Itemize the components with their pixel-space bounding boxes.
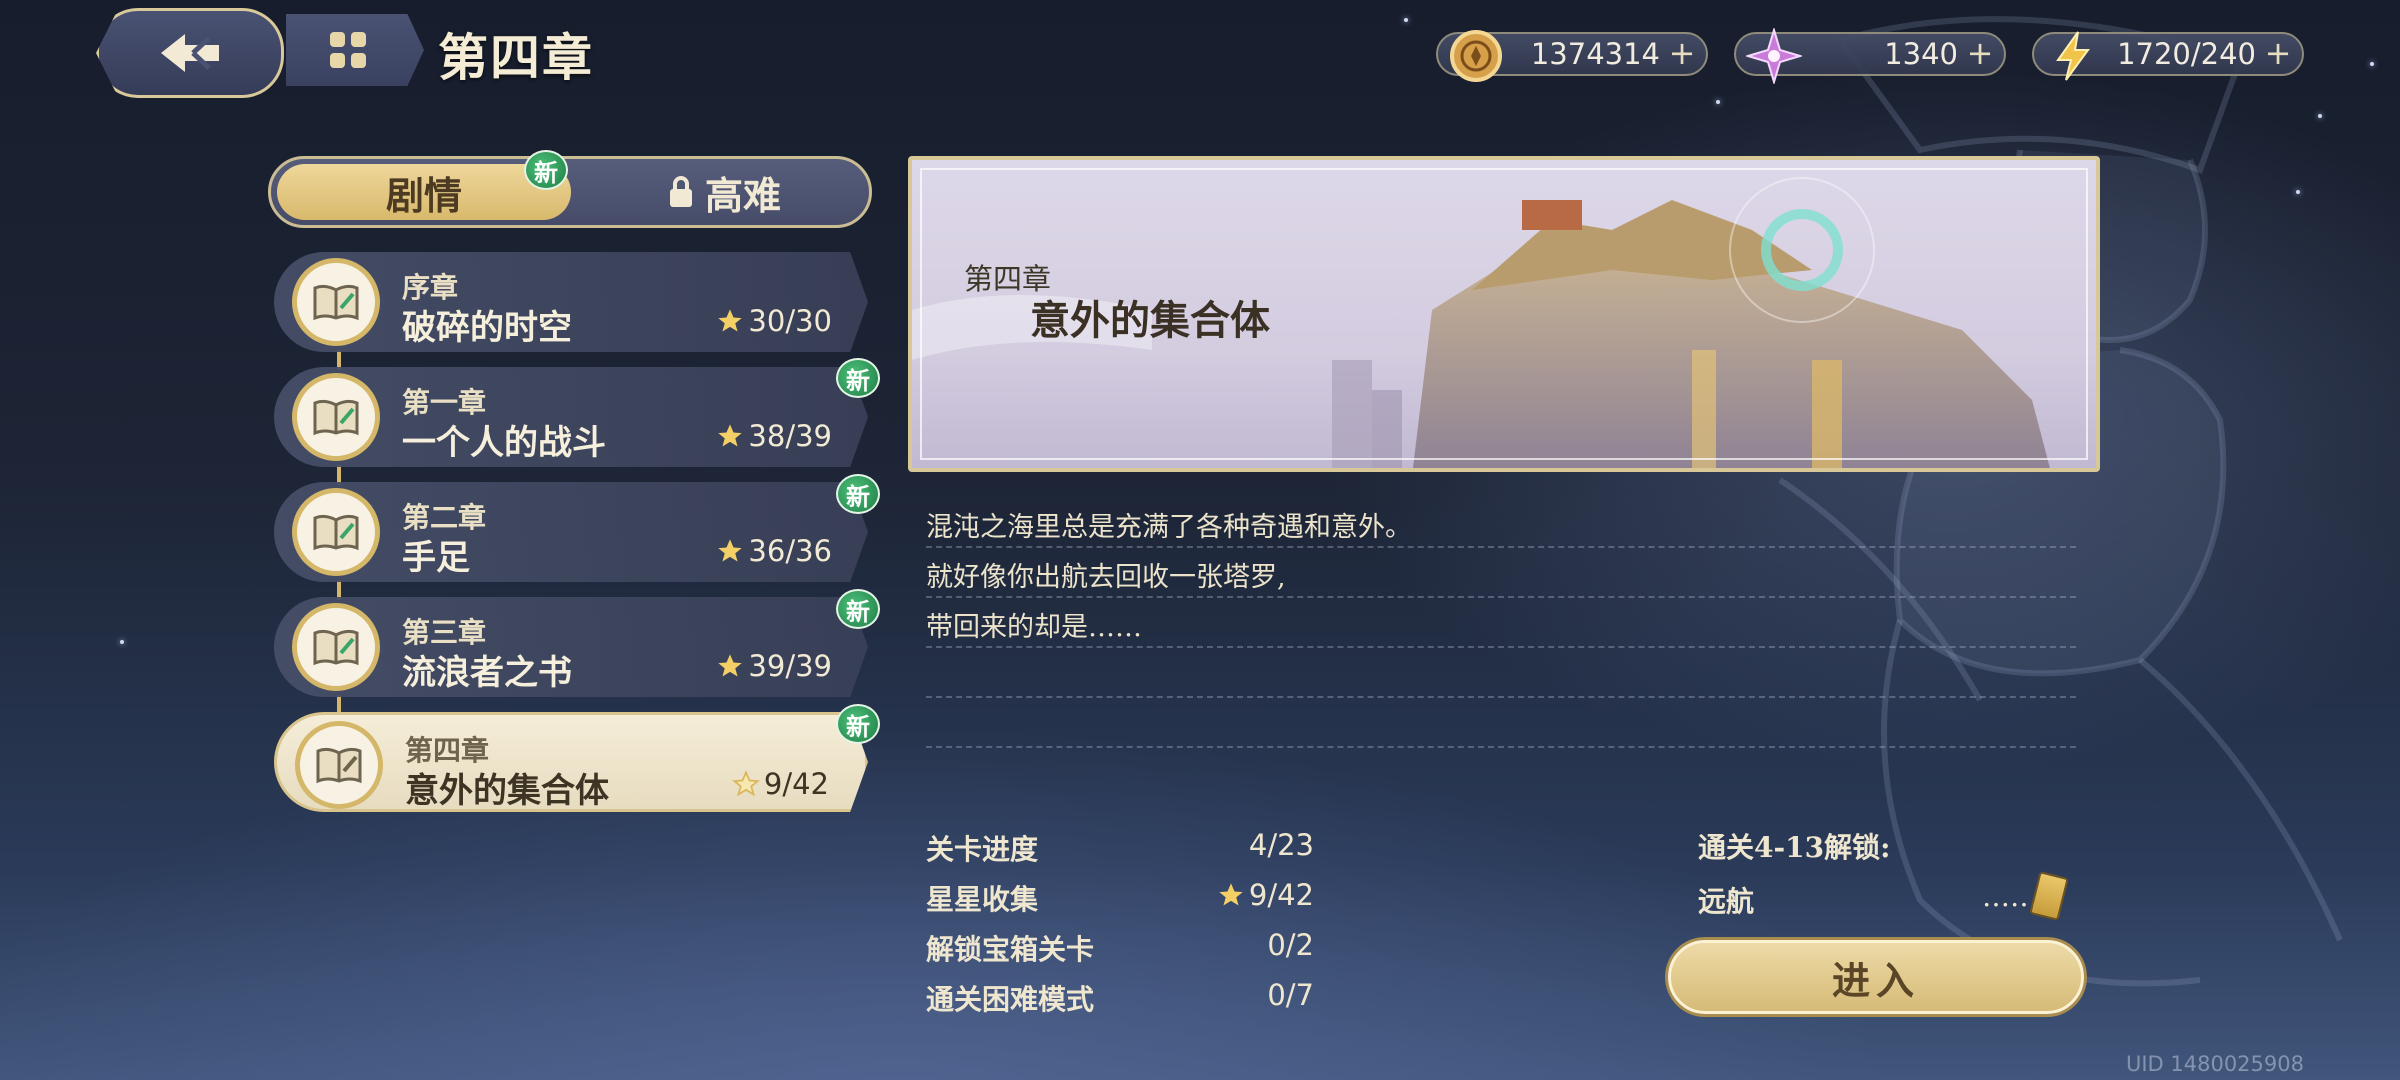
coin-amount: 1374314: [1530, 37, 1660, 71]
star-icon: [718, 309, 743, 332]
background-star: [1716, 100, 1720, 104]
chapter-item-4[interactable]: 第四章 意外的集合体 9/42: [274, 712, 868, 812]
background-star: [2296, 190, 2300, 194]
stat-value-text: 9/42: [1248, 878, 1314, 912]
chapter-stars-count: 39/39: [748, 649, 832, 683]
description-line: 混沌之海里总是充满了各种奇遇和意外。: [926, 512, 1412, 543]
mode-tabs: 剧情 高难: [268, 156, 872, 228]
star-icon: [718, 539, 743, 562]
chapter-item-3[interactable]: 第三章 流浪者之书 39/39: [274, 597, 868, 697]
book-icon: [292, 488, 380, 576]
chapter-stars: 39/39: [716, 649, 832, 683]
energy-icon: [2056, 31, 2090, 81]
stat-value-progress: 4/23: [1249, 828, 1314, 862]
tarot-card-icon[interactable]: [2029, 871, 2069, 921]
add-coin-button[interactable]: +: [1668, 37, 1696, 69]
star-icon: [1219, 883, 1243, 906]
back-arrow-icon: [161, 34, 219, 72]
unlock-reward-name: 远航: [1698, 885, 1755, 918]
chapter-banner: 第四章 意外的集合体: [908, 156, 2100, 472]
chapter-stars: 38/39: [716, 419, 832, 453]
chapter-item-prologue[interactable]: 序章 破碎的时空 30/30: [274, 252, 868, 352]
back-button[interactable]: [96, 8, 284, 98]
book-icon: [295, 721, 383, 809]
chapter-name: 一个人的战斗: [402, 423, 606, 463]
chapter-name: 破碎的时空: [402, 308, 572, 348]
currency-coin: 1374314 +: [1436, 30, 1708, 82]
grid-icon: [330, 32, 366, 68]
chapter-item-1[interactable]: 第一章 一个人的战斗 38/39: [274, 367, 868, 467]
energy-amount: 1720/240: [2117, 37, 2256, 71]
currency-energy: 1720/240 +: [2032, 31, 2304, 81]
star-icon: [718, 424, 743, 447]
description-divider: [926, 696, 2076, 748]
new-badge: 新: [836, 474, 880, 514]
chapter-stars: 36/36: [716, 534, 832, 568]
book-icon: [292, 373, 380, 461]
chapter-stars-count: 9/42: [763, 767, 829, 801]
new-badge: 新: [836, 704, 880, 744]
user-id: UID 1480025908: [2125, 1052, 2304, 1076]
chapter-name: 手足: [402, 538, 470, 578]
lock-icon: [669, 176, 692, 207]
stat-value-text: 0/2: [1267, 928, 1314, 962]
add-crystal-button[interactable]: +: [1966, 37, 1994, 69]
unlock-requirement: 通关4-13解锁:: [1698, 831, 1891, 864]
description-line: 带回来的却是……: [926, 612, 1142, 643]
chapter-item-2[interactable]: 第二章 手足 36/36: [274, 482, 868, 582]
description-line: 就好像你出航去回收一张塔罗,: [926, 562, 1286, 593]
tab-story-label: 剧情: [385, 172, 462, 218]
crystal-icon: [1746, 28, 1802, 84]
add-energy-button[interactable]: +: [2264, 37, 2292, 69]
description-divider: [926, 646, 2076, 698]
stat-value-text: 0/7: [1267, 978, 1314, 1012]
chapter-stars: 30/30: [716, 304, 832, 338]
coin-icon: [1450, 30, 1502, 82]
chapter-name: 流浪者之书: [402, 653, 572, 693]
star-outline-icon: [731, 770, 760, 797]
new-badge: 新: [836, 358, 880, 398]
stat-value-hard-mode: 0/7: [1267, 978, 1314, 1012]
book-icon: [292, 603, 380, 691]
stat-value-text: 4/23: [1248, 828, 1314, 862]
chapter-stars-count: 30/30: [748, 304, 832, 338]
stat-label-hard-mode: 通关困难模式: [926, 983, 1095, 1016]
chapter-stars: 9/42: [731, 767, 829, 801]
new-badge: 新: [836, 589, 880, 629]
stat-label-stars: 星星收集: [926, 883, 1039, 916]
chapter-name: 意外的集合体: [405, 771, 609, 811]
stat-value-stars: 9/42: [1217, 878, 1314, 912]
stat-label-progress: 关卡进度: [926, 833, 1039, 866]
chapter-map-button[interactable]: [286, 14, 424, 86]
book-icon: [292, 258, 380, 346]
background-star: [1404, 18, 1408, 22]
banner-chapter-title: 意外的集合体: [1030, 297, 1270, 344]
stat-value-chests: 0/2: [1267, 928, 1314, 962]
star-icon: [718, 654, 743, 677]
stat-label-chests: 解锁宝箱关卡: [926, 933, 1095, 966]
background-star: [2370, 62, 2374, 66]
currency-crystal: 1340 +: [1734, 28, 2006, 84]
tab-hard-label: 高难: [704, 172, 781, 218]
chapter-stars-count: 36/36: [748, 534, 832, 568]
new-badge: 新: [524, 150, 568, 190]
background-star: [2318, 114, 2322, 118]
crystal-amount: 1340: [1884, 37, 1958, 71]
enter-button[interactable]: 进入: [1668, 940, 2084, 1014]
page-title: 第四章: [438, 28, 594, 87]
background-star: [120, 640, 124, 644]
chapter-stars-count: 38/39: [748, 419, 832, 453]
tab-hard[interactable]: 高难: [589, 164, 859, 220]
